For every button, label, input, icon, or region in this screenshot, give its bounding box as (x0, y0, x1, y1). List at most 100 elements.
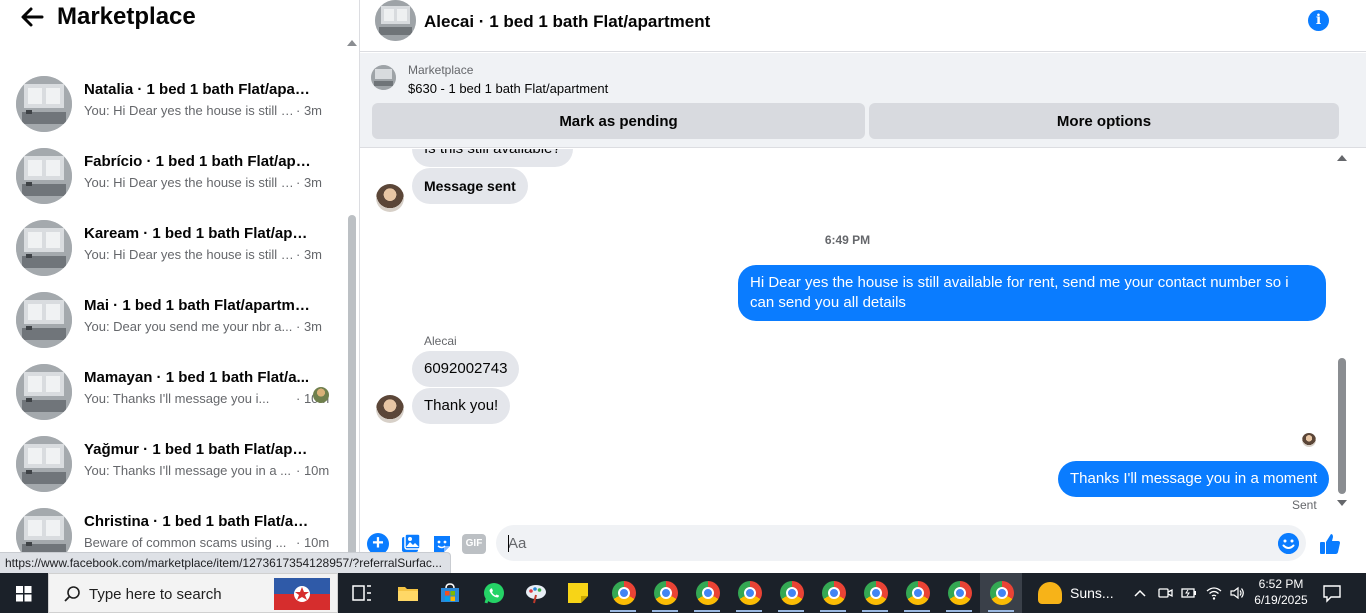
room-photo-icon (16, 436, 72, 492)
sidebar-scroll-up-arrow[interactable] (347, 40, 357, 46)
gif-icon[interactable]: GIF (462, 534, 486, 554)
taskbar-whatsapp[interactable] (472, 573, 514, 613)
conversation-item[interactable]: Mamayan · 1 bed 1 bath Flat/a... You: Tha… (0, 360, 345, 432)
conversation-name: Mai · 1 bed 1 bath Flat/apartment (84, 297, 314, 314)
outgoing-message[interactable]: Thanks I'll message you in a moment (1058, 461, 1330, 497)
conversation-preview: You: Hi Dear yes the house is still a... (84, 103, 294, 118)
folder-icon (398, 587, 418, 601)
conversation-thumbnail (16, 76, 72, 132)
conversation-item[interactable]: Fabrício · 1 bed 1 bath Flat/apart... You… (0, 144, 345, 216)
conversation-name: Yağmur · 1 bed 1 bath Flat/apart... (84, 441, 314, 458)
conversation-preview: You: Hi Dear yes the house is still a... (84, 247, 294, 262)
wifi-icon[interactable] (1206, 585, 1222, 601)
message-sent-notice: Message sent (412, 168, 528, 204)
running-indicator (904, 610, 930, 612)
conversation-thumbnail (16, 364, 72, 420)
conversation-preview: You: Thanks I'll message you in a ... (84, 463, 291, 478)
taskbar-chrome-window[interactable] (896, 573, 938, 613)
info-icon[interactable]: i (1308, 10, 1329, 31)
chat-panel: Alecai · 1 bed 1 bath Flat/apartment i M… (360, 0, 1366, 573)
chat-scrollbar-thumb[interactable] (1338, 358, 1346, 494)
running-indicator (736, 610, 762, 612)
taskbar-weather[interactable]: Suns... (1030, 573, 1120, 613)
task-view-icon (352, 585, 371, 601)
taskbar-app-paint[interactable] (514, 573, 556, 613)
chevron-up-icon[interactable] (1132, 585, 1148, 601)
chrome-icon (696, 581, 720, 605)
taskbar-chrome-window[interactable] (770, 573, 812, 613)
thumbs-up-icon[interactable] (1318, 532, 1342, 556)
chat-scroll-up-arrow[interactable] (1337, 155, 1347, 161)
conversation-preview: Beware of common scams using ... (84, 535, 287, 550)
sticky-notes-icon (568, 583, 588, 603)
notification-icon[interactable] (1322, 583, 1342, 603)
chat-scroll-down-arrow[interactable] (1337, 500, 1347, 506)
taskbar-chrome-window[interactable] (644, 573, 686, 613)
chrome-icon (990, 581, 1014, 605)
back-arrow-icon[interactable] (20, 6, 44, 28)
taskbar-clock[interactable]: 6:52 PM 6/19/2025 (1252, 576, 1310, 608)
sender-avatar (376, 184, 404, 212)
chrome-icon (738, 581, 762, 605)
conversation-preview: You: Hi Dear yes the house is still a... (84, 175, 294, 190)
conversation-name: Christina · 1 bed 1 bath Flat/apar... (84, 513, 314, 530)
conversation-item[interactable]: Kaream · 1 bed 1 bath Flat/apart... You: … (0, 216, 345, 288)
conversation-item[interactable]: Natalia · 1 bed 1 bath Flat/apart... You:… (0, 72, 345, 144)
conversation-name: Kaream · 1 bed 1 bath Flat/apart... (84, 225, 314, 242)
conversation-time: · 3m (296, 319, 322, 334)
incoming-message[interactable]: 6092002743 (412, 351, 520, 387)
conversation-item[interactable]: Mai · 1 bed 1 bath Flat/apartment You: De… (0, 288, 345, 360)
meet-now-icon[interactable] (1157, 585, 1173, 601)
taskbar-chrome-window[interactable] (938, 573, 980, 613)
conversation-preview: You: Dear you send me your nbr a... (84, 319, 293, 334)
message-input[interactable] (496, 525, 1306, 561)
mark-as-pending-button[interactable]: Mark as pending (372, 103, 865, 139)
taskbar-task-view[interactable] (340, 573, 382, 613)
taskbar-file-explorer[interactable] (386, 573, 428, 613)
paint-palette-icon (526, 585, 546, 604)
conversation-time: · 3m (296, 103, 322, 118)
listing-thumbnail[interactable] (371, 65, 396, 90)
taskbar-chrome-window[interactable] (602, 573, 644, 613)
incoming-message[interactable]: Is this still available? (412, 149, 573, 167)
taskbar-chrome-window[interactable] (728, 573, 770, 613)
room-photo-icon (16, 364, 72, 420)
running-indicator (820, 610, 846, 612)
taskbar-chrome-window[interactable] (980, 573, 1022, 613)
more-options-button[interactable]: More options (869, 103, 1339, 139)
battery-icon[interactable] (1181, 585, 1197, 601)
message-timestamp: 6:49 PM (824, 233, 871, 247)
taskbar-store[interactable] (428, 573, 470, 613)
search-icon (64, 586, 80, 602)
emoji-icon[interactable] (1278, 533, 1299, 554)
whatsapp-icon (484, 583, 504, 604)
search-placeholder: Type here to search (89, 586, 222, 603)
taskbar-sticky-notes[interactable] (556, 573, 598, 613)
volume-icon[interactable] (1229, 585, 1245, 601)
sent-status: Sent (1292, 498, 1317, 512)
incoming-message[interactable]: Thank you! (412, 388, 511, 424)
flag-highlight-icon[interactable] (272, 576, 332, 612)
conversation-item[interactable]: Yağmur · 1 bed 1 bath Flat/apart... You: … (0, 432, 345, 504)
conversation-name: Mamayan · 1 bed 1 bath Flat/a... (84, 369, 310, 386)
outgoing-message[interactable]: Hi Dear yes the house is still available… (738, 265, 1326, 321)
seen-receipt-avatar (1302, 433, 1316, 447)
taskbar-search-box[interactable]: Type here to search (48, 573, 338, 613)
weather-sun-icon (1038, 582, 1062, 604)
weather-text: Suns... (1070, 585, 1114, 601)
chat-title[interactable]: Alecai · 1 bed 1 bath Flat/apartment (424, 12, 710, 32)
room-photo-icon (16, 148, 72, 204)
sidebar-header: Marketplace (0, 0, 345, 34)
chat-header-avatar[interactable] (375, 0, 416, 41)
room-photo-icon (371, 65, 396, 90)
conversation-sidebar: Marketplace You: Hi Dear yes the house i… (0, 0, 360, 573)
listing-title[interactable]: $630 - 1 bed 1 bath Flat/apartment (408, 81, 608, 96)
taskbar-chrome-window[interactable] (686, 573, 728, 613)
taskbar-chrome-window[interactable] (812, 573, 854, 613)
sidebar-scrollbar-thumb[interactable] (348, 215, 356, 560)
conversation-thumbnail (16, 292, 72, 348)
taskbar-chrome-window[interactable] (854, 573, 896, 613)
conversation-thumbnail (16, 436, 72, 492)
marketplace-listing-banner: Marketplace $630 - 1 bed 1 bath Flat/apa… (360, 53, 1366, 148)
windows-start-icon[interactable] (0, 573, 48, 613)
